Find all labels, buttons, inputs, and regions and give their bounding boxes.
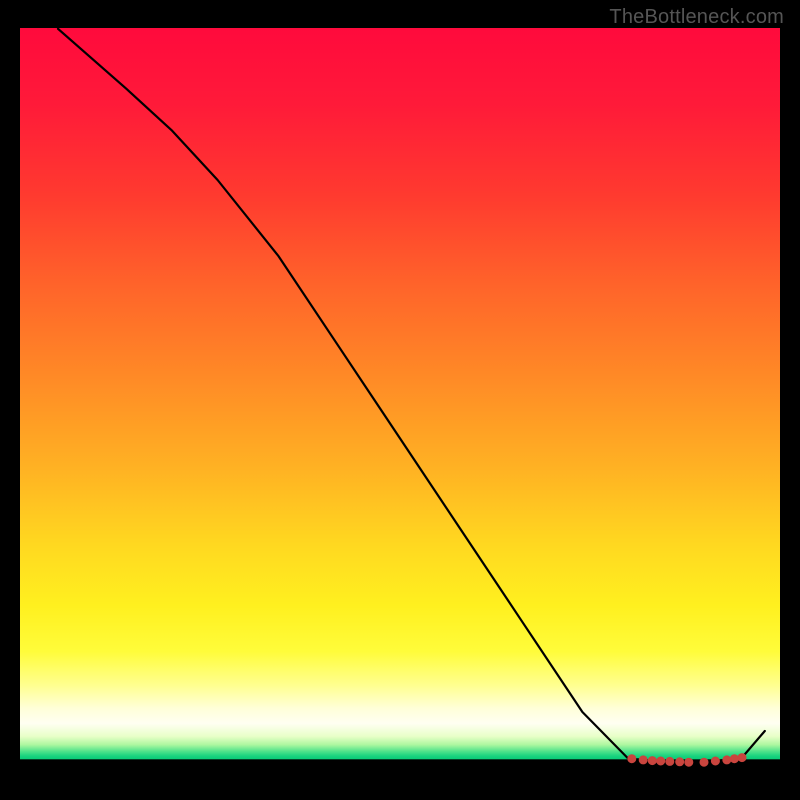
watermark-text: TheBottleneck.com: [609, 6, 784, 29]
marker-point: [666, 757, 674, 765]
marker-point: [657, 757, 665, 765]
marker-point: [730, 755, 738, 763]
marker-point: [648, 757, 656, 765]
marker-point: [723, 756, 731, 764]
plot-frame: [20, 28, 780, 788]
marker-point: [685, 758, 693, 766]
marker-cluster: [628, 754, 746, 767]
marker-point: [676, 758, 684, 766]
chart-svg: [20, 28, 780, 788]
series-curve: [58, 29, 765, 762]
marker-point: [639, 756, 647, 764]
marker-point: [738, 754, 746, 762]
marker-point: [700, 758, 708, 766]
plot-area: [20, 28, 780, 788]
marker-point: [628, 755, 636, 763]
marker-point: [711, 757, 719, 765]
